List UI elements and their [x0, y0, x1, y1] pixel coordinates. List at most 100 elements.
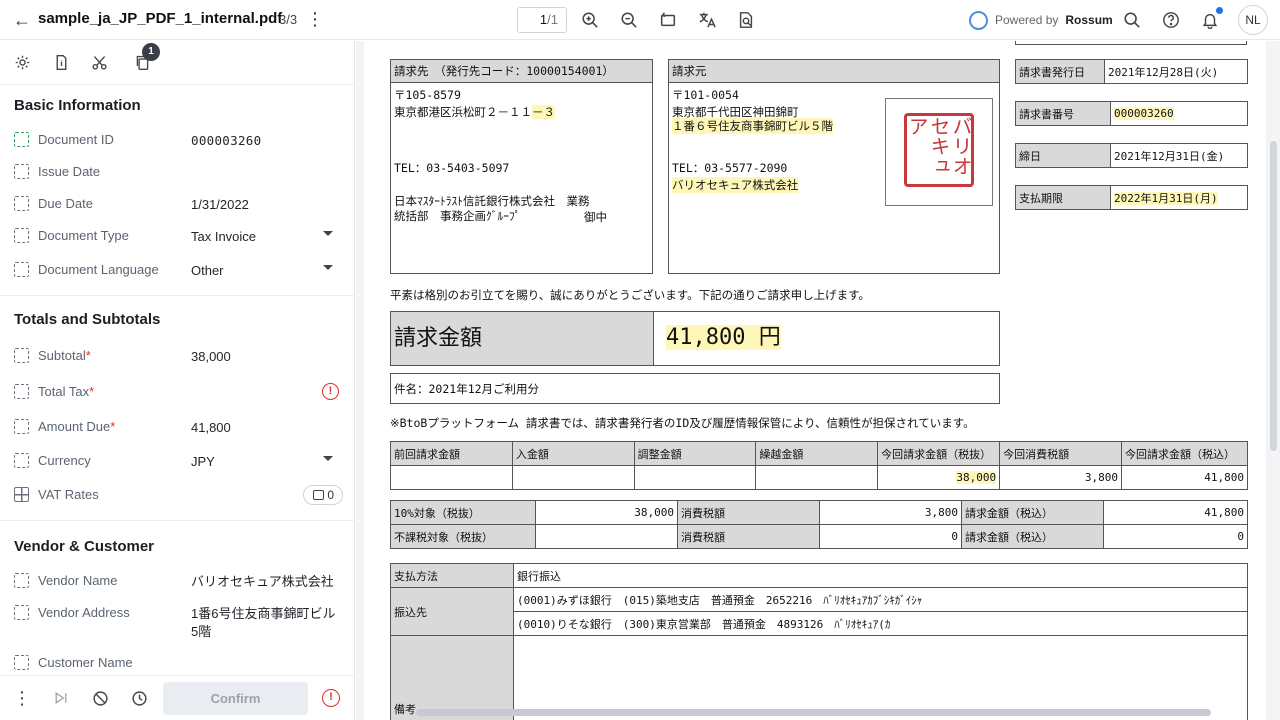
- field-vendor-address[interactable]: Vendor Address 1番6号住友商事錦町ビル5階: [0, 598, 354, 644]
- tax-label: 請求金額（税込）: [961, 524, 1104, 549]
- sidebar-action-bar: ⋮ Confirm !: [0, 675, 354, 720]
- dropdown-caret-icon[interactable]: [323, 265, 333, 270]
- field-document-id[interactable]: Document ID 000003260: [0, 125, 354, 155]
- bill-to-address: 東京都港区浜松町２－１１－３: [394, 105, 555, 119]
- postpone-clock-icon[interactable]: [129, 688, 149, 708]
- field-value[interactable]: 1/31/2022: [191, 196, 341, 214]
- field-customer-name[interactable]: Customer Name: [0, 648, 354, 678]
- field-value[interactable]: 000003260: [191, 132, 341, 150]
- bill-to-header: 請求先 （発行先コード：10000154001）: [391, 60, 652, 83]
- field-due-date[interactable]: Due Date 1/31/2022: [0, 189, 354, 219]
- powered-by-rossum: Powered by Rossum: [969, 9, 1113, 31]
- rotate-icon[interactable]: [656, 8, 680, 32]
- field-label: Amount Due*: [38, 419, 116, 434]
- table-row: 締日 2021年12月31日(金): [1015, 143, 1248, 168]
- bill-to-company: 日本ﾏｽﾀｰﾄﾗｽﾄ信託銀行株式会社 業務: [394, 194, 590, 208]
- page-total: /1: [547, 12, 558, 27]
- bank-account-1: (0001)みずほ銀行 (015)築地支店 普通預金 2652216 ﾊﾞﾘｵｾ…: [513, 587, 1248, 612]
- annotation-sidebar: 1 Basic Information Document ID 00000326…: [0, 41, 355, 720]
- top-bar: ← sample_ja_JP_PDF_1_internal.pdf 3/3 ⋮ …: [0, 0, 1280, 40]
- field-select-value[interactable]: JPY: [191, 453, 341, 471]
- back-arrow-icon[interactable]: ←: [10, 8, 34, 32]
- field-issue-date[interactable]: Issue Date: [0, 157, 354, 187]
- translate-icon[interactable]: [695, 8, 719, 32]
- zoom-out-icon[interactable]: [617, 8, 641, 32]
- table-row: 支払方法 銀行振込: [390, 563, 1248, 588]
- tax-value: 0: [819, 524, 962, 549]
- bill-to-zip: 〒105-8579: [394, 88, 461, 102]
- summary-value: 41,800: [1120, 465, 1249, 490]
- summary-value: [633, 465, 757, 490]
- summary-value: 3,800: [999, 465, 1122, 490]
- field-amount-due[interactable]: Amount Due* 41,800: [0, 412, 354, 442]
- field-label: Currency: [38, 453, 91, 468]
- field-status-icon: [14, 348, 29, 363]
- user-avatar[interactable]: NL: [1238, 5, 1268, 35]
- table-row: 請求書番号 000003260: [1015, 101, 1248, 126]
- greeting-text: 平素は格別のお引立てを賜り、誠にありがとうございます。下記の通りご請求申し上げま…: [390, 288, 871, 302]
- field-status-icon: [14, 655, 29, 670]
- field-status-icon: [14, 419, 29, 434]
- more-actions-icon[interactable]: ⋮: [12, 688, 32, 708]
- field-label: Customer Name: [38, 655, 133, 670]
- field-label: Total Tax*: [38, 384, 95, 399]
- reject-icon[interactable]: [90, 688, 110, 708]
- powered-by-label: Powered by: [995, 13, 1059, 27]
- field-document-language[interactable]: Document Language Other: [0, 255, 354, 285]
- section-divider: [0, 520, 354, 521]
- meta-value: 2022年1月31日(月): [1110, 185, 1248, 210]
- dropdown-caret-icon[interactable]: [323, 456, 333, 461]
- settings-gear-icon[interactable]: [11, 51, 33, 73]
- table-row: 38,000 3,800 41,800: [390, 465, 1249, 490]
- horizontal-scrollbar[interactable]: [416, 709, 1211, 716]
- field-select-value[interactable]: Other: [191, 262, 341, 280]
- field-subtotal[interactable]: Subtotal* 38,000: [0, 341, 354, 371]
- summary-value: [390, 465, 513, 490]
- field-value[interactable]: バリオセキュア株式会社: [191, 573, 341, 591]
- section-vendor-customer: Vendor & Customer: [14, 538, 155, 555]
- field-label: Issue Date: [38, 164, 101, 179]
- invoice-page: 請求先 （発行先コード：10000154001） 〒105-8579 東京都港区…: [364, 41, 1266, 720]
- document-search-icon[interactable]: [734, 8, 758, 32]
- field-document-type[interactable]: Document Type Tax Invoice: [0, 221, 354, 251]
- document-info-icon[interactable]: [50, 51, 72, 73]
- field-total-tax[interactable]: Total Tax* !: [0, 377, 354, 407]
- warning-icon[interactable]: !: [322, 689, 340, 707]
- amount-box: 請求金額 41,800 円: [390, 311, 1000, 366]
- issuer-tel: TEL：03-5577-2090: [672, 161, 788, 175]
- field-value[interactable]: 38,000: [191, 348, 341, 366]
- search-icon[interactable]: [1120, 8, 1144, 32]
- skip-next-icon[interactable]: [51, 688, 71, 708]
- table-row: 不課税対象（税抜） 消費税額 0 請求金額（税込） 0: [390, 524, 1248, 549]
- field-vat-rates[interactable]: VAT Rates 0: [0, 480, 354, 510]
- split-scissors-icon[interactable]: [88, 51, 110, 73]
- warning-icon[interactable]: !: [322, 383, 339, 400]
- field-value[interactable]: 41,800: [191, 419, 341, 437]
- subject-text: 件名：2021年12月ご利用分: [394, 382, 540, 396]
- field-value[interactable]: 1番6号住友商事錦町ビル5階: [191, 605, 341, 641]
- dropdown-caret-icon[interactable]: [323, 231, 333, 236]
- vat-rates-count-pill[interactable]: 0: [303, 485, 343, 505]
- field-vendor-name[interactable]: Vendor Name バリオセキュア株式会社: [0, 566, 354, 596]
- tax-label: 不課税対象（税抜）: [390, 524, 536, 549]
- table-row: 振込先 (0001)みずほ銀行 (015)築地支店 普通預金 2652216 ﾊ…: [390, 587, 1248, 636]
- table-row: (0010)りそな銀行 (300)東京営業部 普通預金 4893126 ﾊﾞﾘｵ…: [391, 611, 1248, 636]
- rossum-logo-icon: [969, 10, 988, 30]
- company-seal-stamp: バリオセキュア: [885, 98, 993, 206]
- document-viewer[interactable]: 請求先 （発行先コード：10000154001） 〒105-8579 東京都港区…: [356, 41, 1280, 720]
- issuer-zip: 〒101-0054: [672, 88, 739, 102]
- brand-name: Rossum: [1065, 13, 1113, 27]
- vertical-scrollbar[interactable]: [1270, 141, 1277, 451]
- help-icon[interactable]: [1159, 8, 1183, 32]
- field-label: Vendor Address: [38, 605, 130, 620]
- confirm-button[interactable]: Confirm: [163, 682, 308, 715]
- page-number-input[interactable]: 1/1: [517, 7, 567, 33]
- zoom-in-icon[interactable]: [578, 8, 602, 32]
- bank-account-2: (0010)りそな銀行 (300)東京営業部 普通預金 4893126 ﾊﾞﾘｵ…: [513, 611, 1248, 636]
- field-currency[interactable]: Currency JPY: [0, 446, 354, 476]
- field-select-value[interactable]: Tax Invoice: [191, 228, 341, 246]
- more-options-icon[interactable]: ⋮: [305, 8, 325, 32]
- remarks-label: 備考: [390, 635, 514, 720]
- table-row: 前回請求金額 入金額 調整金額 繰越金額 今回請求金額（税抜） 今回消費税額 今…: [390, 441, 1249, 466]
- issuer-address-2: １番６号住友商事錦町ビル５階: [672, 118, 833, 134]
